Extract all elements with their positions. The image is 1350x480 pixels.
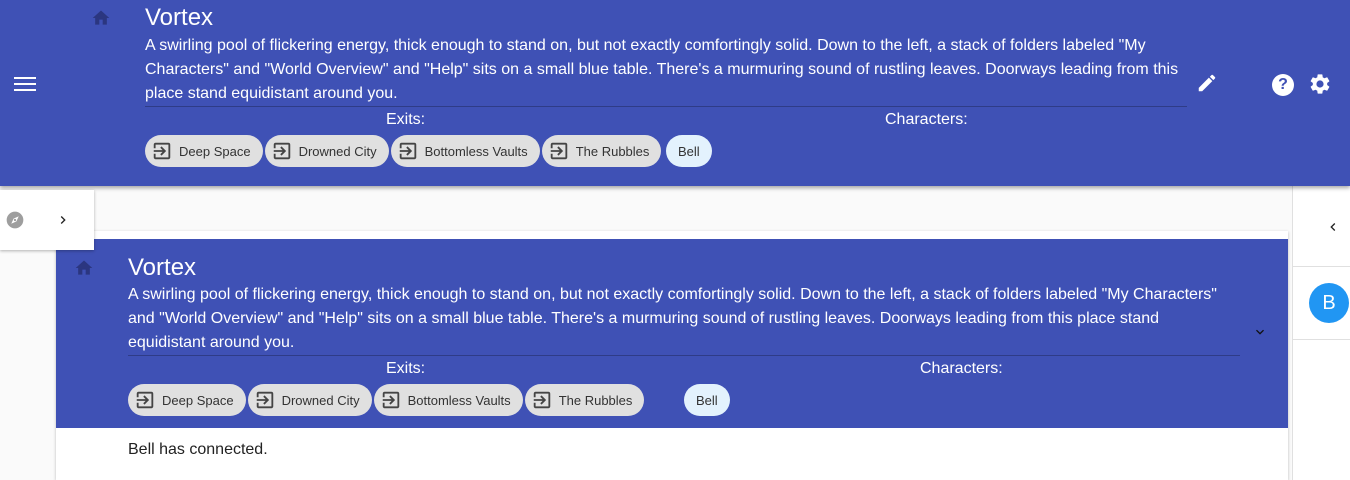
menu-icon[interactable] <box>14 74 36 96</box>
help-circle-icon[interactable]: ? <box>1272 74 1294 96</box>
room-title: Vortex <box>128 254 197 281</box>
exit-chip-label: Deep Space <box>179 143 251 159</box>
exit-chips: Deep Space Drowned City Bottomless Vault… <box>145 135 662 167</box>
divider <box>1293 266 1350 267</box>
exit-chip-bottomless-vaults[interactable]: Bottomless Vaults <box>373 384 523 416</box>
exit-to-app-icon <box>273 142 290 160</box>
pencil-icon[interactable] <box>1196 72 1218 94</box>
right-sidebar: B <box>1292 186 1350 480</box>
exits-label: Exits: <box>386 111 426 128</box>
room-card: Vortex A swirling pool of flickering ene… <box>56 231 1288 480</box>
chevron-left-icon[interactable] <box>1325 218 1341 236</box>
character-chip-bell[interactable]: Bell <box>666 135 712 167</box>
exit-to-app-icon <box>399 142 416 160</box>
character-chip-bell[interactable]: Bell <box>684 384 730 416</box>
exit-chip-label: The Rubbles <box>575 143 650 159</box>
exit-chip-label: Bottomless Vaults <box>407 392 511 408</box>
exit-chip-bottomless-vaults[interactable]: Bottomless Vaults <box>390 135 540 167</box>
room-card-header: Vortex A swirling pool of flickering ene… <box>56 239 1288 428</box>
characters-label: Characters: <box>885 111 968 128</box>
room-description: A swirling pool of flickering energy, th… <box>128 286 1217 351</box>
exit-chip-label: Deep Space <box>162 392 234 408</box>
divider <box>1293 339 1350 340</box>
event-message: Bell has connected. <box>128 441 268 458</box>
map-drawer-tab <box>0 190 94 250</box>
room-title: Vortex <box>145 4 214 31</box>
exit-chips: Deep Space Drowned City Bottomless Vault… <box>128 384 645 416</box>
characters-label: Characters: <box>920 360 1003 377</box>
exit-chip-the-rubbles[interactable]: The Rubbles <box>524 384 645 416</box>
exit-chip-deep-space[interactable]: Deep Space <box>128 384 246 416</box>
divider <box>145 106 1187 107</box>
home-icon <box>92 10 110 25</box>
exit-to-app-icon <box>153 142 171 160</box>
app-bar: Vortex A swirling pool of flickering ene… <box>0 0 1350 186</box>
exit-to-app-icon <box>533 391 550 409</box>
exit-chip-label: Drowned City <box>281 392 360 408</box>
exit-to-app-icon <box>256 391 273 409</box>
room-description: A swirling pool of flickering energy, th… <box>145 37 1179 102</box>
chevron-down-icon[interactable] <box>1252 324 1268 340</box>
gear-icon[interactable] <box>1308 72 1332 96</box>
exits-label: Exits: <box>386 360 426 377</box>
avatar[interactable]: B <box>1309 283 1349 323</box>
exit-chip-deep-space[interactable]: Deep Space <box>145 135 263 167</box>
exit-chip-label: Bottomless Vaults <box>424 143 528 159</box>
exit-to-app-icon <box>136 391 154 409</box>
exit-chip-the-rubbles[interactable]: The Rubbles <box>541 135 662 167</box>
exit-to-app-icon <box>382 391 399 409</box>
chevron-right-icon[interactable] <box>55 211 71 229</box>
exit-chip-label: The Rubbles <box>558 392 633 408</box>
home-icon <box>75 260 93 275</box>
exit-chip-label: Drowned City <box>298 143 377 159</box>
exit-to-app-icon <box>550 142 567 160</box>
exit-chip-drowned-city[interactable]: Drowned City <box>247 384 372 416</box>
compass-icon <box>6 211 24 229</box>
exit-chip-drowned-city[interactable]: Drowned City <box>264 135 389 167</box>
divider <box>128 355 1240 356</box>
